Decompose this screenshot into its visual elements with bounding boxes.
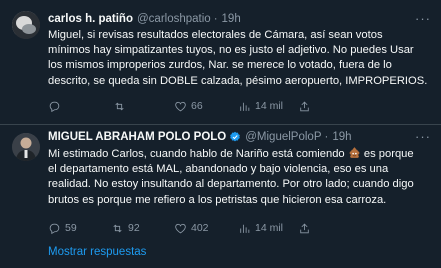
- retweet-button[interactable]: 92: [111, 220, 140, 236]
- reply-icon: [49, 223, 60, 234]
- separator-dot: ·: [324, 131, 329, 143]
- views-chart-icon: [240, 224, 250, 233]
- author-name[interactable]: MIGUEL ABRAHAM POLO POLO: [48, 131, 226, 143]
- retweet-icon: [115, 102, 124, 110]
- heart-icon: [175, 101, 186, 111]
- tweet-header: MIGUEL ABRAHAM POLO POLO @MiguelPoloP · …: [48, 129, 431, 145]
- tweet-text: Mi estimado Carlos, cuando hablo de Nari…: [48, 146, 433, 208]
- share-button[interactable]: [298, 98, 311, 114]
- retweet-icon: [113, 224, 122, 232]
- reply-button[interactable]: 59: [48, 220, 77, 236]
- avatar-image: [12, 11, 40, 39]
- like-count: 66: [191, 100, 203, 112]
- tweet-text-part1: Mi estimado Carlos, cuando hablo de Nari…: [48, 148, 348, 160]
- share-icon: [300, 223, 309, 233]
- author-name[interactable]: carlos h. patiño: [48, 13, 133, 25]
- views-count: 14 mil: [255, 100, 284, 112]
- tweet-text: Miguel, si revisas resultados electorale…: [48, 29, 428, 87]
- show-more-replies-link[interactable]: Mostrar respuestas: [48, 246, 146, 258]
- views-count: 14 mil: [255, 222, 284, 234]
- avatar-image: [12, 133, 40, 161]
- author-handle[interactable]: @carloshpatio: [137, 13, 211, 25]
- tweet-actions: 66 14 mil: [48, 98, 431, 114]
- tweet-actions: 59 92 402 14 mil: [48, 220, 431, 236]
- retweet-button[interactable]: [113, 98, 130, 114]
- retweet-count: 92: [128, 222, 140, 234]
- reply-icon: [49, 101, 60, 112]
- separator-dot: ·: [213, 13, 218, 25]
- verified-badge-icon: [230, 131, 241, 142]
- pile-of-poo-emoji-icon: [349, 147, 360, 158]
- share-icon: [300, 101, 309, 111]
- views-button[interactable]: 14 mil: [238, 98, 283, 114]
- like-count: 402: [191, 222, 209, 234]
- like-button[interactable]: 402: [174, 220, 209, 236]
- reply-count: 59: [65, 222, 77, 234]
- views-button[interactable]: 14 mil: [238, 220, 283, 236]
- timestamp[interactable]: 19h: [222, 13, 241, 25]
- more-options-icon[interactable]: ···: [415, 129, 431, 144]
- heart-icon: [175, 223, 186, 233]
- like-button[interactable]: 66: [174, 98, 203, 114]
- more-options-icon[interactable]: ···: [415, 11, 431, 26]
- author-handle[interactable]: @MiguelPoloP: [245, 131, 321, 143]
- tweet-header: carlos h. patiño @carloshpatio · 19h ···: [48, 11, 431, 27]
- tweet-carlos[interactable]: carlos h. patiño @carloshpatio · 19h ···…: [0, 0, 441, 124]
- views-chart-icon: [240, 102, 250, 111]
- tweet-miguel[interactable]: MIGUEL ABRAHAM POLO POLO @MiguelPoloP · …: [0, 125, 441, 237]
- timestamp[interactable]: 19h: [332, 131, 351, 143]
- avatar[interactable]: [12, 133, 40, 161]
- avatar[interactable]: [12, 11, 40, 39]
- share-button[interactable]: [298, 220, 311, 236]
- reply-button[interactable]: [48, 98, 65, 114]
